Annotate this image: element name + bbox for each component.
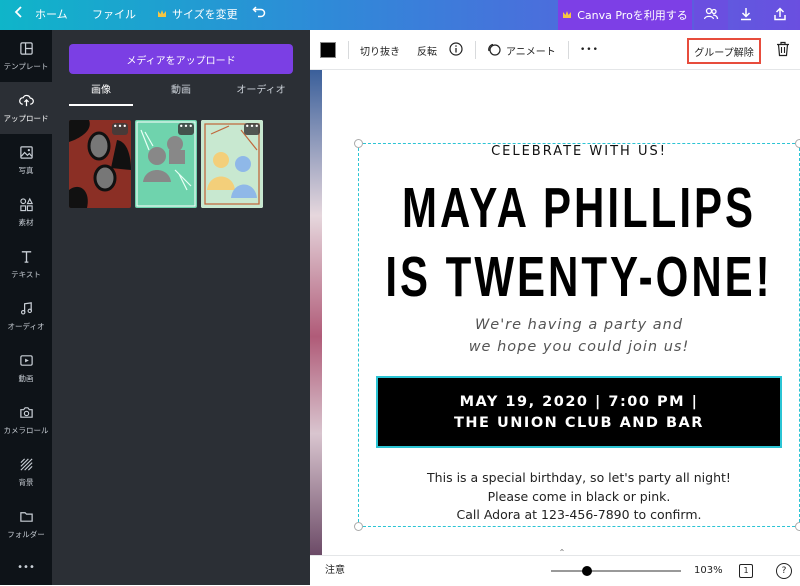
info-button[interactable] (449, 30, 463, 70)
sidebar-item-video[interactable]: 動画 (0, 342, 52, 394)
design-page[interactable]: CELEBRATE WITH US! MAYA PHILLIPS IS TWEN… (322, 70, 800, 555)
download-button[interactable] (729, 0, 763, 30)
people-icon (703, 6, 719, 25)
undo-icon (252, 0, 266, 30)
delete-button[interactable] (776, 30, 790, 70)
zoom-slider-handle[interactable] (582, 566, 593, 576)
info-icon (449, 41, 463, 59)
more-dots-icon: ••• (17, 561, 35, 573)
music-icon (19, 301, 34, 318)
sidebar-item-uploads[interactable]: アップロード (0, 82, 52, 134)
crown-icon (562, 9, 572, 22)
uploaded-image-thumbnail[interactable]: ••• (69, 120, 131, 208)
sidebar-item-label: カメラロール (3, 425, 49, 435)
sidebar-item-folders[interactable]: フォルダー (0, 498, 52, 550)
notes-button[interactable]: 注意 (325, 556, 345, 586)
ungroup-button[interactable]: グループ解除 (687, 38, 761, 64)
crown-icon (157, 0, 167, 30)
sidebar-item-templates[interactable]: テンプレート (0, 30, 52, 82)
sidebar-item-background[interactable]: 背景 (0, 446, 52, 498)
top-bar: ホーム ファイル サイズを変更 Canva Proを利用する (0, 0, 800, 30)
bottom-bar: 注意 103% 1 ? (310, 555, 800, 585)
sidebar-item-label: フォルダー (7, 529, 45, 539)
resize-handle[interactable] (795, 522, 800, 531)
download-icon (738, 6, 754, 25)
file-menu[interactable]: ファイル (92, 0, 136, 30)
flip-button[interactable]: 反転 (417, 30, 437, 70)
upload-icon (18, 93, 34, 110)
video-icon (19, 353, 34, 370)
resize-handle[interactable] (795, 139, 800, 148)
toolbar-more-button[interactable]: ••• (580, 30, 599, 70)
resize-handle[interactable] (354, 522, 363, 531)
elements-icon (19, 197, 34, 214)
canva-pro-label: Canva Proを利用する (577, 9, 688, 22)
sidebar-item-label: 動画 (18, 373, 34, 383)
media-tabs: 画像 動画 オーディオ (69, 84, 293, 106)
trash-icon (776, 41, 790, 60)
sidebar-item-photos[interactable]: 写真 (0, 134, 52, 186)
animate-icon (487, 42, 501, 59)
upload-share-icon (772, 6, 788, 25)
share-people-button[interactable] (694, 0, 728, 30)
canvas-area: CELEBRATE WITH US! MAYA PHILLIPS IS TWEN… (310, 70, 800, 555)
sidebar-item-label: 背景 (18, 477, 34, 487)
divider (568, 41, 569, 59)
photo-icon (19, 145, 34, 162)
crop-button[interactable]: 切り抜き (360, 30, 400, 70)
sidebar-item-label: オーディオ (7, 321, 45, 331)
divider (348, 41, 349, 59)
tab-images[interactable]: 画像 (69, 84, 133, 106)
uploads-panel: メディアをアップロード 画像 動画 オーディオ ••• ••• ••• (52, 30, 310, 585)
sidebar-more-button[interactable]: ••• (0, 552, 52, 582)
text-icon (19, 249, 34, 266)
sidebar-item-elements[interactable]: 素材 (0, 186, 52, 238)
resize-handle[interactable] (354, 139, 363, 148)
sidebar-item-label: 写真 (18, 165, 34, 175)
undo-button[interactable] (252, 0, 266, 30)
publish-button[interactable] (763, 0, 797, 30)
resize-label: サイズを変更 (172, 8, 238, 21)
background-icon (19, 457, 34, 474)
sidebar: テンプレート アップロード 写真 素材 テキスト オーディオ 動画 カメラロール… (0, 30, 52, 585)
resize-button[interactable]: サイズを変更 (157, 0, 238, 30)
sidebar-item-label: アップロード (3, 113, 49, 123)
uploaded-image-thumbnail[interactable]: ••• (135, 120, 197, 208)
sidebar-item-label: テキスト (11, 269, 41, 279)
sidebar-item-camera-roll[interactable]: カメラロール (0, 394, 52, 446)
sidebar-item-text[interactable]: テキスト (0, 238, 52, 290)
thumbnail-more-button[interactable]: ••• (244, 123, 260, 135)
canva-pro-button[interactable]: Canva Proを利用する (558, 0, 692, 30)
home-label: ホーム (35, 8, 68, 21)
camera-icon (19, 405, 34, 422)
sidebar-item-audio[interactable]: オーディオ (0, 290, 52, 342)
zoom-slider[interactable] (551, 570, 681, 572)
sidebar-item-label: テンプレート (3, 61, 49, 71)
animate-label: アニメート (506, 46, 556, 58)
upload-media-button[interactable]: メディアをアップロード (69, 44, 293, 74)
uploaded-image-thumbnail[interactable]: ••• (201, 120, 263, 208)
thumbnail-more-button[interactable]: ••• (178, 123, 194, 135)
zoom-level[interactable]: 103% (694, 556, 723, 586)
tab-videos[interactable]: 動画 (149, 84, 213, 106)
selection-box[interactable] (358, 143, 800, 527)
tab-audio[interactable]: オーディオ (229, 84, 293, 106)
chevron-left-icon (14, 0, 24, 30)
folder-icon (19, 509, 34, 526)
help-button[interactable]: ? (776, 563, 792, 579)
color-swatch (320, 42, 336, 58)
thumbnail-more-button[interactable]: ••• (112, 123, 128, 135)
home-link[interactable]: ホーム (14, 0, 68, 30)
color-swatch-button[interactable] (320, 30, 336, 70)
divider (475, 41, 476, 59)
sidebar-item-label: 素材 (18, 217, 34, 227)
editor-toolbar: 切り抜き 反転 アニメート ••• グループ解除 (310, 30, 800, 70)
page-count-button[interactable]: 1 (739, 564, 753, 578)
animate-button[interactable]: アニメート (487, 30, 556, 70)
template-icon (19, 41, 34, 58)
